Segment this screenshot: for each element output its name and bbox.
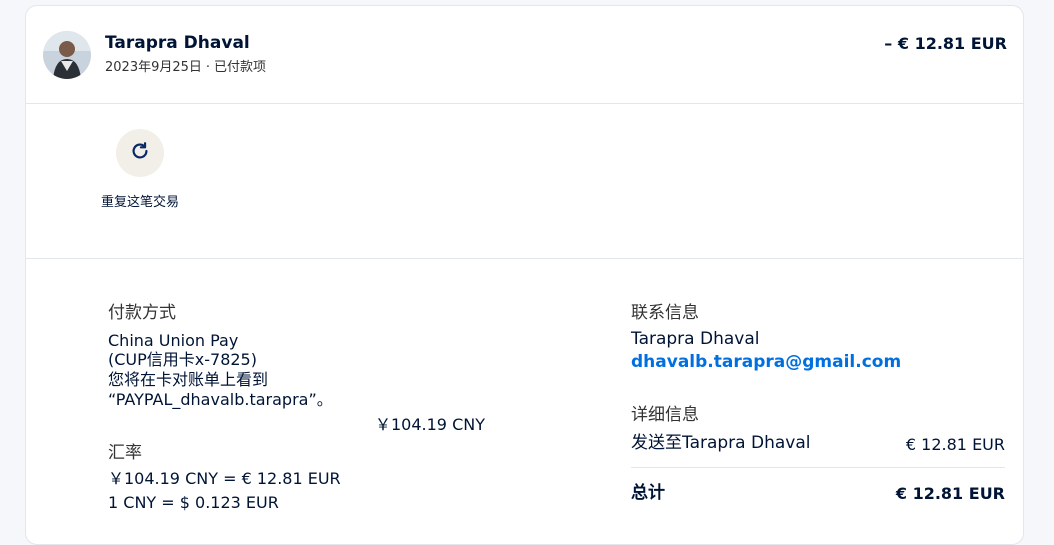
details-heading: 详细信息 [631,405,699,425]
repeat-transaction-button[interactable] [116,129,164,177]
divider [631,467,1005,468]
transaction-amount: – € 12.81 EUR [884,34,1007,53]
divider [26,103,1023,104]
refresh-icon [129,140,151,166]
sent-to-label: 发送至Tarapra Dhaval [631,433,811,453]
contact-email-link[interactable]: dhavalb.tarapra@gmail.com [631,352,901,372]
divider [26,258,1023,259]
payee-name: Tarapra Dhaval [105,33,250,53]
transaction-status: 已付款项 [214,60,267,75]
transaction-date: 2023年9月25日 [105,60,202,75]
contact-name: Tarapra Dhaval [631,329,760,349]
total-amount: € 12.81 EUR [895,484,1005,503]
separator-dot: · [205,60,211,75]
statement-note-line2: “PAYPAL_dhavalb.tarapra”。 [108,390,333,409]
payment-method-line2: (CUP信用卡x-7825) [108,350,257,369]
sent-to-amount: € 12.81 EUR [905,435,1005,454]
repeat-transaction-action[interactable]: 重复这笔交易 [100,129,180,212]
exchange-rate-line1: ￥104.19 CNY = € 12.81 EUR [108,469,341,488]
payment-method-heading: 付款方式 [108,303,176,323]
exchange-rate-line2: 1 CNY = $ 0.123 EUR [108,493,279,512]
transaction-meta: 2023年9月25日 · 已付款项 [105,56,266,75]
contact-info-heading: 联系信息 [631,303,699,323]
transaction-card: Tarapra Dhaval 2023年9月25日 · 已付款项 – € 12.81… [25,5,1024,545]
payment-method-line1: China Union Pay [108,331,239,350]
payment-amount-cny: ￥104.19 CNY [375,415,485,434]
avatar [43,31,91,79]
repeat-transaction-label[interactable]: 重复这笔交易 [100,194,180,212]
exchange-rate-heading: 汇率 [108,443,142,463]
total-label: 总计 [631,483,665,503]
statement-note-line1: 您将在卡对账单上看到 [108,370,269,389]
